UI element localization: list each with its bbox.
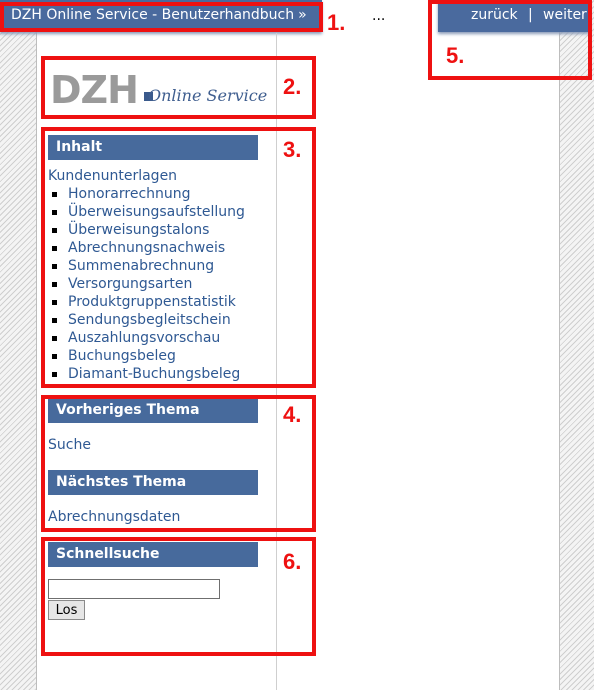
- callout-number-2: 2.: [283, 74, 302, 99]
- callout-box-3: [41, 127, 316, 388]
- right-margin-pattern: [559, 0, 594, 690]
- left-margin-pattern: [0, 0, 37, 690]
- callout-box-2: [41, 56, 316, 119]
- callout-number-3: 3.: [283, 137, 302, 162]
- callout-box-4: [41, 395, 316, 532]
- callout-number-6: 6.: [283, 549, 302, 574]
- ellipsis-text: ...: [372, 8, 386, 24]
- callout-number-5: 5.: [446, 43, 465, 68]
- callout-number-1: 1.: [327, 10, 346, 35]
- callout-number-4: 4.: [283, 402, 302, 427]
- callout-box-6: [41, 537, 316, 656]
- callout-box-1: [0, 2, 323, 32]
